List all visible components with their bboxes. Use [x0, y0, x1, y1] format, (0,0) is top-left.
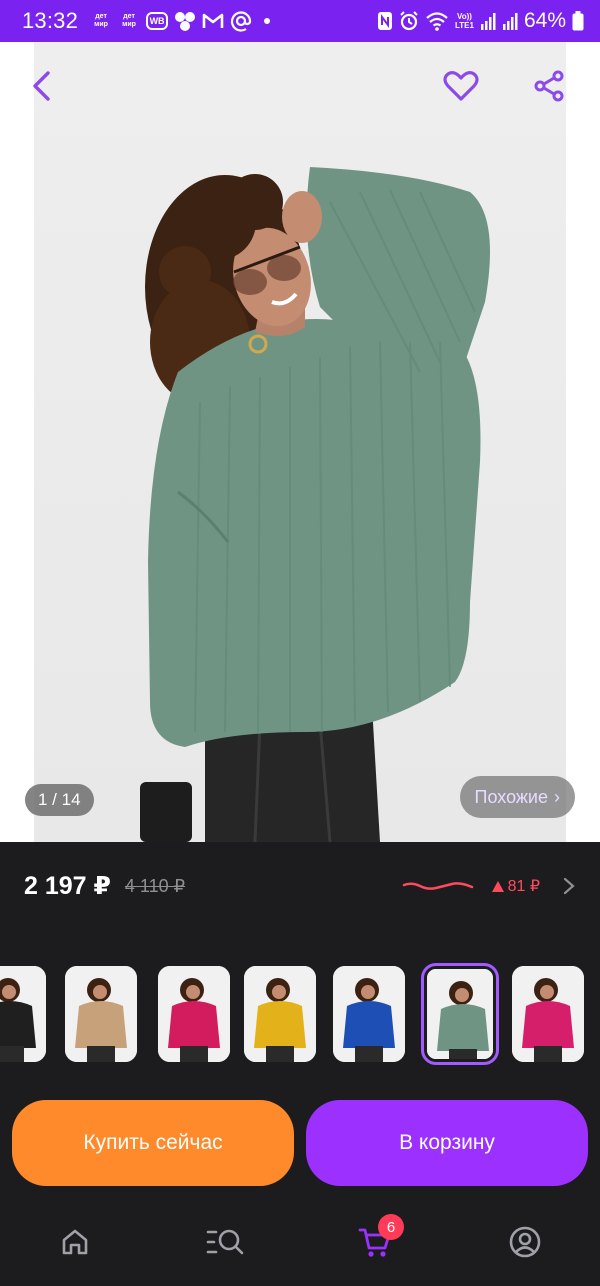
detmir-icon-text-bottom: мир	[94, 21, 108, 28]
home-icon	[62, 1229, 88, 1255]
current-price: 2 197 ₽	[24, 872, 111, 900]
nav-profile[interactable]	[503, 1220, 547, 1264]
chevron-right-icon[interactable]	[562, 877, 576, 895]
notification-icons: дет мир дет мир WB	[90, 10, 271, 32]
nav-catalog[interactable]	[203, 1220, 247, 1264]
catalog-search-icon	[206, 1229, 244, 1255]
nav-home[interactable]	[53, 1220, 97, 1264]
color-variants-row	[0, 963, 600, 1065]
cart-count-badge: 6	[378, 1214, 404, 1240]
thumbnail-photo	[158, 966, 230, 1062]
back-button[interactable]	[22, 66, 62, 106]
product-photo	[140, 167, 490, 842]
dots-icon	[175, 12, 196, 31]
price-bar[interactable]: 2 197 ₽ 4 110 ₽ 81 ₽	[0, 842, 600, 930]
color-thumbnail-green-sweater[interactable]	[421, 963, 499, 1065]
chevron-right-icon: ›	[554, 786, 560, 807]
battery-icon	[572, 11, 584, 31]
sweater-swatch	[75, 1001, 127, 1048]
sweater-swatch	[343, 1001, 395, 1048]
chevron-left-icon	[33, 71, 50, 101]
battery-percent: 64%	[523, 9, 566, 32]
bottom-nav	[0, 1196, 600, 1286]
thumbnail-photo	[65, 966, 137, 1062]
sweater-swatch	[0, 1001, 36, 1048]
buy-now-button[interactable]: Купить сейчас	[12, 1100, 294, 1186]
at-icon	[230, 11, 252, 32]
sweater-swatch	[522, 1001, 574, 1048]
signal-icon	[502, 13, 518, 30]
sweater-swatch	[437, 1004, 489, 1051]
color-thumbnail-blue-sweater[interactable]	[333, 966, 405, 1062]
action-buttons: Купить сейчас В корзину	[0, 1100, 600, 1186]
detmir-icon-text-top: дет	[123, 13, 135, 20]
color-thumbnail-pink-sweater[interactable]	[512, 966, 584, 1062]
system-icons: Vo)) LTE1 64%	[377, 9, 584, 33]
share-icon	[534, 70, 564, 102]
product-screen: 13:32 дет мир дет мир WB Vo)) LTE1 64% 1…	[0, 0, 600, 1286]
volte-indicator: Vo)) LTE1	[455, 12, 474, 30]
heart-icon	[443, 71, 479, 101]
favorite-button[interactable]	[441, 66, 481, 106]
dot-icon	[264, 18, 271, 24]
volte-text-bottom: LTE1	[455, 21, 474, 30]
color-variants	[0, 942, 600, 1082]
detmir-icon-text-top: дет	[95, 13, 107, 20]
share-button[interactable]	[530, 66, 570, 106]
old-price: 4 110 ₽	[124, 875, 186, 896]
thumbnail-photo	[333, 966, 405, 1062]
thumbnail-photo	[244, 966, 316, 1062]
profile-icon	[509, 1226, 541, 1258]
color-thumbnail-black-sweater[interactable]	[0, 966, 46, 1062]
add-to-cart-button[interactable]: В корзину	[306, 1100, 588, 1186]
status-time: 13:32	[22, 8, 79, 33]
price-history-sparkline	[402, 882, 473, 890]
gmail-icon	[202, 13, 224, 28]
alarm-icon	[400, 11, 418, 31]
thumbnail-photo	[427, 969, 493, 1059]
price-change: 81 ₽	[491, 876, 540, 896]
photo-counter: 1 / 14	[25, 784, 94, 816]
similar-button[interactable]: Похожие ›	[459, 776, 575, 818]
price-change-value: 81 ₽	[507, 878, 540, 895]
similar-label: Похожие	[474, 786, 548, 807]
thumbnail-photo	[0, 966, 46, 1062]
triangle-up-icon	[491, 880, 504, 892]
wildberries-icon: WB	[146, 12, 169, 30]
thumbnail-photo	[512, 966, 584, 1062]
detmir-icon: дет мир	[118, 11, 140, 31]
sweater-swatch	[168, 1001, 220, 1048]
nfc-icon	[378, 12, 392, 30]
color-thumbnail-beige-sweater[interactable]	[65, 966, 137, 1062]
status-bar: 13:32 дет мир дет мир WB Vo)) LTE1 64%	[0, 0, 600, 42]
sweater-swatch	[254, 1001, 306, 1048]
signal-icon	[480, 13, 496, 30]
detmir-icon: дет мир	[90, 11, 112, 31]
wifi-icon	[426, 12, 448, 31]
color-thumbnail-raspberry-sweater[interactable]	[158, 966, 230, 1062]
product-photo-carousel[interactable]: 1 / 14 Похожие ›	[0, 42, 600, 842]
volte-text-top: Vo))	[457, 12, 472, 21]
detmir-icon-text-bottom: мир	[122, 21, 136, 28]
color-thumbnail-yellow-sweater[interactable]	[244, 966, 316, 1062]
